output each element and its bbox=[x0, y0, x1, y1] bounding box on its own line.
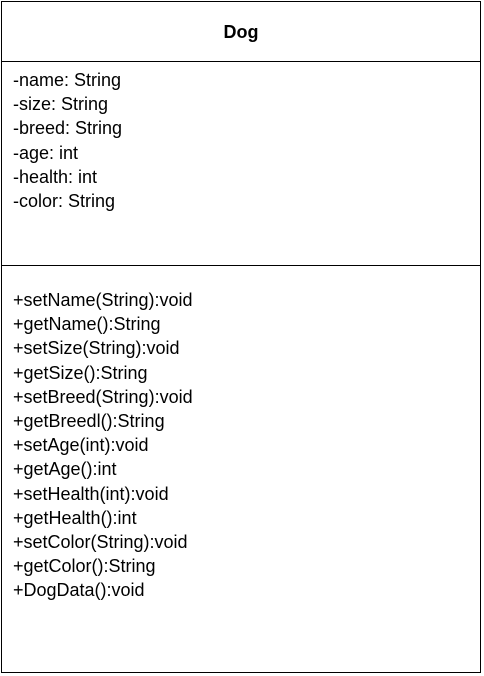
attribute-item: -age: int bbox=[13, 142, 79, 163]
operation-item: +DogData():void bbox=[13, 580, 145, 601]
attribute-item: -color: String bbox=[13, 191, 116, 212]
operation-item: +setSize(String):void bbox=[13, 338, 180, 359]
operation-item: +getColor():String bbox=[13, 556, 156, 577]
attributes-compartment: -name: String -size: String -breed: Stri… bbox=[2, 62, 480, 266]
operation-item: +getSize():String bbox=[13, 362, 148, 383]
uml-class-box[interactable]: Dog -name: String -size: String -breed: … bbox=[1, 1, 481, 673]
operations-compartment: +setName(String):void +getName():String … bbox=[2, 266, 480, 672]
operation-item: +getBreedl():String bbox=[13, 411, 165, 432]
operation-item: +getAge():int bbox=[13, 459, 117, 480]
operation-item: +getName():String bbox=[13, 314, 161, 335]
operation-item: +setBreed(String):void bbox=[13, 386, 193, 407]
class-name-compartment: Dog bbox=[2, 2, 480, 62]
operation-item: +getHealth():int bbox=[13, 507, 137, 528]
attribute-item: -health: int bbox=[13, 166, 98, 187]
attribute-item: -breed: String bbox=[13, 118, 123, 139]
operation-item: +setAge(int):void bbox=[13, 435, 149, 456]
attribute-item: -name: String bbox=[13, 70, 122, 90]
operation-item: +setHealth(int):void bbox=[13, 483, 169, 504]
operation-item: +setName(String):void bbox=[13, 290, 193, 310]
operation-item: +setColor(String):void bbox=[13, 532, 188, 553]
class-name: Dog bbox=[223, 21, 259, 42]
attribute-item: -size: String bbox=[13, 94, 109, 115]
